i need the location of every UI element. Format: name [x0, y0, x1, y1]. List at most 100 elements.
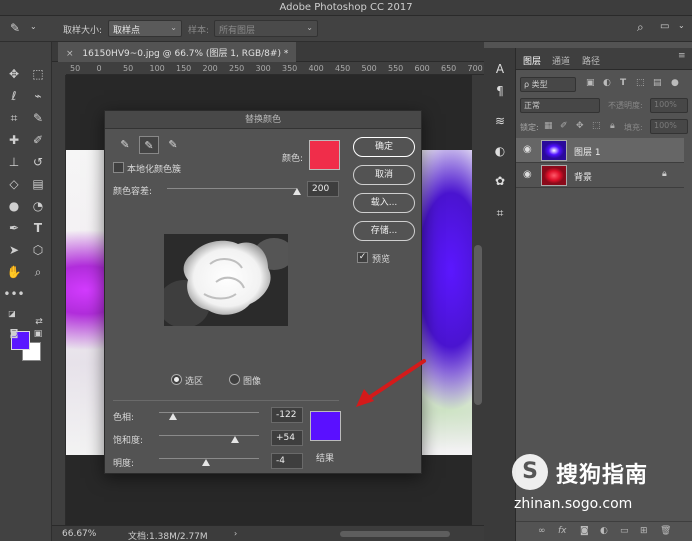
blur-tool-icon[interactable]: ●: [3, 196, 25, 216]
sample-size-select[interactable]: 取样点 ⌄: [108, 20, 182, 37]
lock-transparent-icon[interactable]: ▦: [544, 121, 553, 131]
hue-value-field[interactable]: -122: [271, 407, 303, 423]
brush-tool-icon[interactable]: ✐: [27, 130, 49, 150]
paragraph-panel-icon[interactable]: ¶: [491, 82, 509, 100]
hue-slider-knob[interactable]: [169, 413, 177, 420]
zoom-tool-icon[interactable]: ⌕: [27, 262, 49, 282]
tab-channels[interactable]: 通道: [552, 54, 570, 67]
workspace-icon[interactable]: ▭: [660, 21, 669, 32]
default-colors-icon[interactable]: ◪: [1, 304, 23, 324]
eye-icon[interactable]: ◉: [523, 144, 532, 155]
new-group-icon[interactable]: ▭: [620, 526, 629, 536]
pen-tool-icon[interactable]: ✒: [3, 218, 25, 238]
cancel-button[interactable]: 取消: [353, 165, 415, 185]
crop-tool-icon[interactable]: ⌗: [3, 108, 25, 128]
panel-menu-icon[interactable]: ≡: [678, 51, 686, 61]
healing-brush-tool-icon[interactable]: ✚: [3, 130, 25, 150]
adjustment-layer-icon[interactable]: ◐: [600, 526, 608, 536]
saturation-slider-knob[interactable]: [231, 436, 239, 443]
load-button[interactable]: 载入...: [353, 193, 415, 213]
opacity-field[interactable]: 100%: [650, 98, 688, 113]
move-tool-icon[interactable]: ✥: [3, 64, 25, 84]
zoom-level[interactable]: 66.67%: [62, 529, 96, 539]
fuzziness-value-field[interactable]: 200: [307, 181, 339, 197]
lock-artboard-icon[interactable]: ⬚: [592, 121, 601, 131]
more-tools-icon[interactable]: •••: [3, 284, 25, 304]
libraries-panel-icon[interactable]: ✿: [491, 172, 509, 190]
filter-smart-object-icon[interactable]: ▤: [653, 78, 662, 88]
add-mask-icon[interactable]: ◙: [580, 526, 589, 536]
status-menu-icon[interactable]: ›: [234, 529, 237, 538]
save-button[interactable]: 存储...: [353, 221, 415, 241]
document-tab[interactable]: × 16150HV9~0.jpg @ 66.7% (图层 1, RGB/8#) …: [58, 42, 297, 62]
blend-mode-select[interactable]: 正常: [520, 98, 600, 113]
new-layer-icon[interactable]: ⊞: [640, 526, 648, 536]
vertical-scrollbar-thumb[interactable]: [474, 245, 482, 405]
history-brush-tool-icon[interactable]: ↺: [27, 152, 49, 172]
path-select-tool-icon[interactable]: ➤: [3, 240, 25, 260]
filter-shape-icon[interactable]: ⬚: [636, 78, 645, 88]
search-icon[interactable]: ⌕: [637, 20, 644, 35]
filter-adjustment-icon[interactable]: ◐: [603, 78, 611, 88]
vertical-ruler[interactable]: [52, 75, 66, 525]
adjustments-panel-icon[interactable]: ◐: [491, 142, 509, 160]
shape-tool-icon[interactable]: ⬡: [27, 240, 49, 260]
eyedropper-tool-icon[interactable]: ✎: [27, 108, 49, 128]
eyedropper-icon[interactable]: ✎: [10, 21, 20, 35]
filter-image-icon[interactable]: ▣: [586, 78, 595, 88]
selection-preview-image[interactable]: [164, 234, 288, 326]
eyedropper-plus-icon[interactable]: ✎: [139, 136, 159, 154]
type-tool-icon[interactable]: T: [27, 218, 49, 238]
character-panel-icon[interactable]: A: [491, 60, 509, 78]
lightness-value-field[interactable]: -4: [271, 453, 303, 469]
lock-pixels-icon[interactable]: ✐: [560, 121, 568, 131]
tab-paths[interactable]: 路径: [582, 54, 600, 67]
layers-panel-icon[interactable]: ≋: [491, 112, 509, 130]
selection-radio[interactable]: [171, 374, 182, 385]
filter-toggle-icon[interactable]: ●: [671, 78, 679, 88]
replace-color-swatch[interactable]: [309, 140, 340, 170]
lock-position-icon[interactable]: ✥: [576, 121, 584, 131]
workspace-chevron-icon[interactable]: ⌄: [678, 21, 685, 30]
sample-select[interactable]: 所有图层 ⌄: [214, 20, 318, 37]
localized-clusters-checkbox[interactable]: [113, 162, 124, 173]
clone-stamp-tool-icon[interactable]: ⊥: [3, 152, 25, 172]
fuzziness-slider-knob[interactable]: [293, 188, 301, 195]
close-icon[interactable]: ×: [66, 49, 74, 59]
gradient-tool-icon[interactable]: ▤: [27, 174, 49, 194]
layer-style-icon[interactable]: fx: [558, 526, 567, 536]
screen-mode-icon[interactable]: ▣: [27, 324, 49, 344]
tab-layers[interactable]: 图层: [523, 54, 541, 67]
delete-layer-icon[interactable]: 🗑︎: [660, 526, 671, 536]
quick-mask-icon[interactable]: ◙: [3, 324, 25, 344]
crop-panel-icon[interactable]: ⌗: [491, 204, 509, 222]
ok-button[interactable]: 确定: [353, 137, 415, 157]
layer-row-background[interactable]: ◉ 背景 🔒︎: [516, 163, 684, 188]
preview-checkbox[interactable]: ✓: [357, 252, 368, 263]
saturation-slider-track[interactable]: [159, 435, 259, 436]
result-color-swatch[interactable]: [310, 411, 341, 441]
fuzziness-slider-track[interactable]: [167, 188, 297, 189]
layer-row-layer1[interactable]: ◉ 图层 1: [516, 138, 684, 163]
lasso-tool-icon[interactable]: ℓ: [3, 86, 25, 106]
eyedropper-icon[interactable]: ✎: [115, 136, 135, 154]
tool-preset-chevron-icon[interactable]: ⌄: [30, 22, 37, 31]
eye-icon[interactable]: ◉: [523, 169, 532, 180]
dialog-title[interactable]: 替换颜色: [105, 111, 421, 129]
horizontal-ruler[interactable]: 50 0 50 100 150 200 250 300 350 400 450 500 550 600 65…: [66, 62, 509, 75]
eyedropper-minus-icon[interactable]: ✎: [163, 136, 183, 154]
vertical-scrollbar[interactable]: [472, 75, 484, 525]
horizontal-scrollbar-thumb[interactable]: [340, 531, 450, 537]
filter-type-icon[interactable]: T: [620, 78, 626, 88]
layer-filter-select[interactable]: ρ 类型: [520, 77, 576, 92]
image-radio[interactable]: [229, 374, 240, 385]
eraser-tool-icon[interactable]: ◇: [3, 174, 25, 194]
dodge-tool-icon[interactable]: ◔: [27, 196, 49, 216]
fill-field[interactable]: 100%: [650, 119, 688, 134]
saturation-value-field[interactable]: +54: [271, 430, 303, 446]
lightness-slider-knob[interactable]: [202, 459, 210, 466]
lock-all-icon[interactable]: 🔒︎: [610, 121, 615, 131]
quick-select-tool-icon[interactable]: ⌁: [27, 86, 49, 106]
link-layers-icon[interactable]: ∞: [538, 526, 546, 536]
marquee-tool-icon[interactable]: ⬚: [27, 64, 49, 84]
